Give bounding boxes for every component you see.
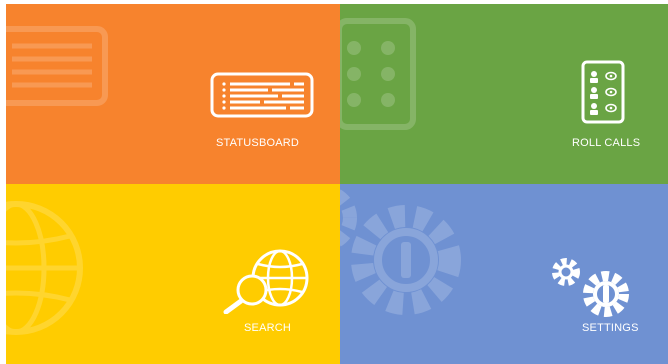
settings-label: SETTINGS bbox=[582, 322, 639, 334]
globe-search-icon bbox=[223, 249, 309, 314]
statusboard-watermark-icon bbox=[6, 26, 108, 106]
settings-tile[interactable]: SETTINGS bbox=[340, 184, 668, 364]
statusboard-label: STATUSBOARD bbox=[216, 137, 300, 149]
statusboard-icon bbox=[210, 72, 314, 118]
statusboard-tile[interactable]: STATUSBOARD bbox=[6, 4, 340, 184]
roll-calls-tile[interactable]: ROLL CALLS bbox=[340, 4, 668, 184]
roll-call-icon bbox=[581, 60, 625, 124]
globe-watermark-icon bbox=[6, 201, 83, 335]
gears-watermark-icon bbox=[340, 189, 461, 315]
dashboard-grid: STATUSBOARD ROLL CALLS SEARCH SETTINGS bbox=[6, 4, 668, 364]
gears-icon bbox=[552, 258, 629, 317]
search-tile[interactable]: SEARCH bbox=[6, 184, 340, 364]
search-label: SEARCH bbox=[244, 322, 292, 334]
roll-calls-label: ROLL CALLS bbox=[572, 137, 641, 149]
roll-call-watermark-icon bbox=[340, 18, 416, 130]
